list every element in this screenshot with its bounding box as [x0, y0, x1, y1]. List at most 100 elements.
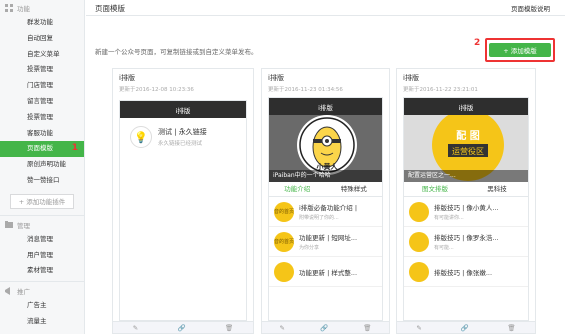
- edit-icon[interactable]: ✎: [133, 324, 138, 332]
- hero-caption: 配置运营区之一...: [404, 170, 528, 182]
- divider: [0, 214, 84, 216]
- sidebar-group-promote: 推广: [0, 284, 84, 298]
- sidebar-item-vote[interactable]: 投票管理: [0, 62, 84, 78]
- preview-title-bar: i排版: [404, 98, 528, 115]
- sidebar-item-publisher[interactable]: 流量主: [0, 314, 84, 330]
- article-title: 功能更新 | 短网址...: [299, 234, 358, 242]
- main-content: 页面模版 页面模版说明 新建一个公众号页面，可复制链接或到自定义菜单发布。 2 …: [86, 0, 565, 334]
- delete-icon[interactable]: 🗑: [507, 324, 515, 332]
- preview-tabs: 图文排版 黑科技: [404, 182, 528, 197]
- hero-caption: iPaiban中的一个哈哈: [269, 170, 382, 182]
- link-icon[interactable]: 🔗: [178, 324, 186, 332]
- delete-icon[interactable]: 🗑: [225, 324, 233, 332]
- header: 页面模版 页面模版说明: [86, 0, 565, 16]
- sidebar-group-manage: 管理: [0, 218, 84, 232]
- preview-title-bar: i排版: [269, 98, 382, 115]
- list-item: 排版技巧 | 像小黄人... 有可能讲你...: [404, 197, 528, 227]
- lightbulb-icon: 💡: [130, 126, 152, 148]
- edit-icon[interactable]: ✎: [416, 324, 421, 332]
- article-thumb: [409, 261, 429, 282]
- edit-icon[interactable]: ✎: [280, 324, 285, 332]
- sidebar-item-materials[interactable]: 素材管理: [0, 263, 84, 279]
- hero-image: 配 图 运营役区 配置运营区之一...: [404, 115, 528, 182]
- help-link[interactable]: 页面模版说明: [511, 3, 550, 13]
- template-card[interactable]: i排版 更新于2016-11-23 01:34:56 i排版 小黄人 iPaib…: [261, 68, 390, 334]
- article-title: i排版必备功能介绍 |: [299, 204, 358, 212]
- article-sub: 为你分享: [299, 245, 320, 251]
- card-actions: ✎ 🔗 🗑: [262, 321, 389, 333]
- article-thumb: [274, 261, 294, 282]
- annotation-marker-2: 2: [474, 38, 481, 48]
- list-item: 功能更新 | 样式整...: [269, 257, 382, 287]
- article-thumb: [409, 231, 429, 252]
- card-date: 更新于2016-11-22 23:21:01: [403, 87, 478, 93]
- annotation-marker-1: 1: [71, 143, 78, 154]
- divider: [0, 281, 84, 283]
- delete-icon[interactable]: 🗑: [363, 324, 371, 332]
- link-icon[interactable]: 🔗: [461, 324, 469, 332]
- article-sub: 有可能讲你...: [434, 215, 464, 221]
- card-title: i排版: [403, 74, 419, 82]
- sidebar-item-original[interactable]: 原创声明功能: [0, 157, 84, 173]
- card-actions: ✎ 🔗 🗑: [397, 321, 535, 333]
- article-sub: 附带说明了你的...: [299, 215, 339, 221]
- template-card[interactable]: i排版 更新于2016-12-08 10:23:36 i排版 💡 测试 | 永久…: [112, 68, 254, 334]
- add-template-button[interactable]: + 添加模版: [489, 43, 551, 57]
- article-thumb: 音的首页: [274, 201, 294, 222]
- sidebar-item-messages[interactable]: 消息管理: [0, 232, 84, 248]
- page-title: 页面模版: [95, 4, 125, 13]
- sidebar-item-vote-2[interactable]: 投票管理: [0, 110, 84, 126]
- grid-icon: [4, 4, 13, 12]
- list-item: 音的首页 功能更新 | 短网址... 为你分享: [269, 227, 382, 257]
- sidebar: 功能 群发功能 自动回复 自定义菜单 投票管理 门店管理 留言管理 投票管理 客…: [0, 0, 85, 334]
- card-date: 更新于2016-11-23 01:34:56: [268, 87, 343, 93]
- sidebar-item-comments[interactable]: 留言管理: [0, 94, 84, 110]
- card-preview: i排版 小黄人 iPaiban中的一个哈哈 功能介绍 特殊样式 音的首页 i排版…: [268, 97, 383, 321]
- card-actions: ✎ 🔗 🗑: [113, 321, 253, 333]
- article-title: 排版技巧 | 像小黄人...: [434, 204, 499, 212]
- card-preview: i排版 💡 测试 | 永久链接 永久链接已经测试: [119, 100, 247, 321]
- article-title: 排版技巧 | 像张嫩...: [434, 268, 493, 277]
- add-button-highlight: + 添加模版: [485, 38, 555, 62]
- sidebar-item-store[interactable]: 门店管理: [0, 78, 84, 94]
- sidebar-item-custom-menu[interactable]: 自定义菜单: [0, 47, 84, 63]
- sidebar-item-label: 页面模版: [27, 144, 53, 153]
- card-preview: i排版 配 图 运营役区 配置运营区之一... 图文排版 黑科技 排版技巧 | …: [403, 97, 529, 321]
- preview-title-bar: i排版: [120, 101, 246, 118]
- hero-image: 小黄人 iPaiban中的一个哈哈: [269, 115, 382, 182]
- article-title: 功能更新 | 样式整...: [299, 268, 358, 277]
- card-title: i排版: [119, 74, 135, 82]
- sidebar-item-auto-reply[interactable]: 自动回复: [0, 31, 84, 47]
- list-item: 排版技巧 | 像张嫩...: [404, 257, 528, 287]
- article-sub: 有可能...: [434, 245, 454, 251]
- list-item: 💡 测试 | 永久链接 永久链接已经测试: [120, 118, 246, 156]
- list-item-sub: 永久链接已经测试: [158, 141, 203, 147]
- promote-icon: [4, 287, 13, 296]
- sidebar-item-broadcast[interactable]: 群发功能: [0, 15, 84, 31]
- sidebar-item-page-templates[interactable]: 页面模版 1: [0, 141, 84, 158]
- hero-line-2: 运营役区: [452, 146, 484, 156]
- list-item: 音的首页 i排版必备功能介绍 | 附带说明了你的...: [269, 197, 382, 227]
- list-item-title: 测试 | 永久链接: [158, 128, 207, 136]
- tab-tech[interactable]: 黑科技: [466, 182, 528, 196]
- tab-special[interactable]: 特殊样式: [326, 182, 383, 196]
- sidebar-group-functions: 功能: [0, 1, 84, 15]
- hero-line-1: 配 图: [456, 130, 479, 142]
- folder-icon: [4, 221, 13, 229]
- article-thumb: [409, 201, 429, 222]
- sidebar-item-customer-service[interactable]: 客服功能: [0, 126, 84, 142]
- tab-layout[interactable]: 图文排版: [404, 182, 466, 196]
- sidebar-item-advertiser[interactable]: 广告主: [0, 298, 84, 314]
- card-title: i排版: [268, 74, 284, 82]
- link-icon[interactable]: 🔗: [320, 324, 328, 332]
- tab-features[interactable]: 功能介绍: [269, 182, 326, 196]
- preview-tabs: 功能介绍 特殊样式: [269, 182, 382, 197]
- card-date: 更新于2016-12-08 10:23:36: [119, 87, 194, 93]
- page-description: 新建一个公众号页面，可复制链接或到自定义菜单发布。: [95, 48, 258, 56]
- sidebar-item-like[interactable]: 赞一赞接口: [0, 173, 84, 189]
- list-item: 排版技巧 | 像罗永浩... 有可能...: [404, 227, 528, 257]
- add-plugin-button[interactable]: + 添加功能插件: [10, 193, 74, 209]
- template-card[interactable]: i排版 更新于2016-11-22 23:21:01 i排版 配 图 运营役区 …: [396, 68, 536, 334]
- sidebar-item-users[interactable]: 用户管理: [0, 248, 84, 264]
- article-thumb: 音的首页: [274, 231, 294, 252]
